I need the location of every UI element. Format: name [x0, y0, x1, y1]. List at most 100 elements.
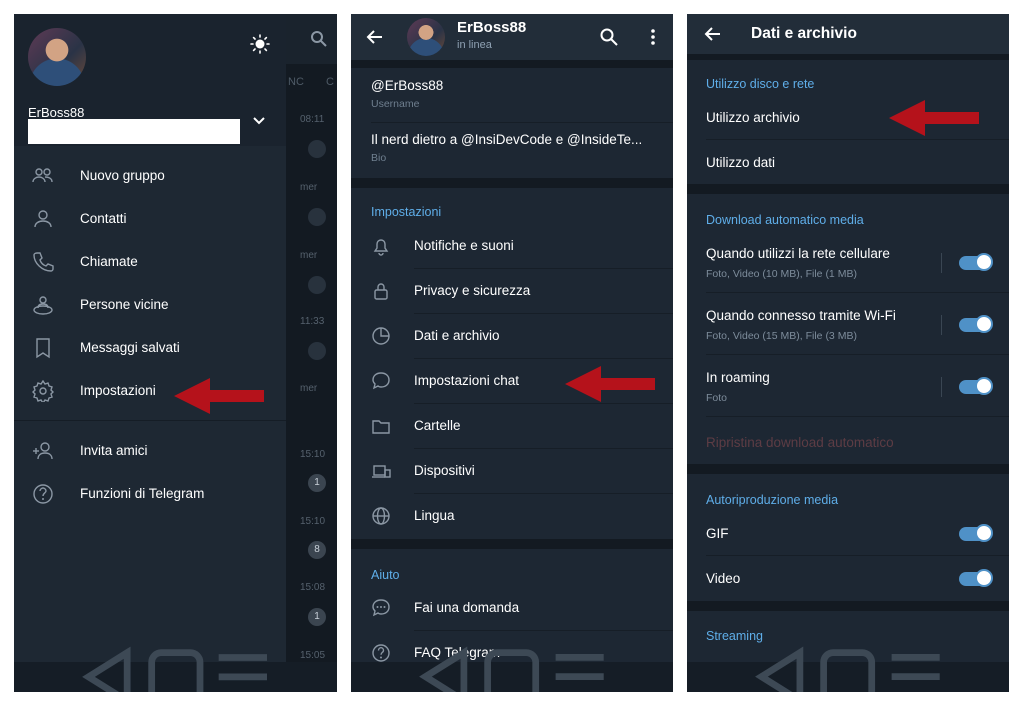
menu-item-persone-vicine[interactable]: Persone vicine [14, 283, 286, 326]
row-wifi[interactable]: Quando connesso tramite Wi-Fi Foto, Vide… [687, 293, 1009, 355]
settings-label: Lingua [414, 508, 455, 523]
toggle-switch[interactable] [959, 377, 993, 395]
question-bubble-icon [372, 599, 390, 617]
gear-icon [32, 379, 54, 402]
nav-menu-icon[interactable] [546, 643, 613, 692]
nav-back-icon[interactable] [74, 643, 142, 692]
settings-item-lingua[interactable]: Lingua [351, 494, 673, 539]
back-arrow-icon[interactable] [365, 27, 385, 47]
settings-screen: ErBoss88 in linea @ErBoss88 Username Il … [351, 14, 673, 692]
section-title-aiuto: Aiuto [371, 568, 400, 582]
search-icon[interactable] [599, 27, 619, 47]
username-row[interactable]: @ErBoss88 Username [371, 78, 661, 110]
row-label: Utilizzo archivio [706, 110, 800, 125]
row-label: GIF [706, 526, 729, 541]
settings-label: Privacy e sicurezza [414, 283, 531, 298]
settings-item-dispositivi[interactable]: Dispositivi [351, 449, 673, 494]
nav-back-icon[interactable] [747, 643, 814, 692]
toggle-switch[interactable] [959, 315, 993, 333]
row-video[interactable]: Video [687, 556, 1009, 601]
settings-item-privacy[interactable]: Privacy e sicurezza [351, 269, 673, 314]
chat-list-header [286, 14, 337, 64]
menu-item-nuovo-gruppo[interactable]: Nuovo gruppo [14, 154, 286, 197]
menu-item-chiamate[interactable]: Chiamate [14, 240, 286, 283]
chat-bubble-icon [372, 372, 390, 390]
menu-label: Contatti [80, 211, 127, 226]
settings-item-notifiche[interactable]: Notifiche e suoni [351, 224, 673, 269]
redacted-phone-number [28, 119, 240, 144]
settings-item-dati[interactable]: Dati e archivio [351, 314, 673, 359]
row-rete-cellulare[interactable]: Quando utilizzi la rete cellulare Foto, … [687, 231, 1009, 293]
group-icon [32, 167, 53, 182]
chat-time: 15:05 [300, 650, 326, 661]
chat-tab[interactable]: NC [288, 76, 304, 88]
settings-label: Notifiche e suoni [414, 238, 514, 253]
unread-badge: 8 [308, 541, 326, 559]
divider [351, 539, 673, 549]
chevron-down-icon[interactable] [252, 114, 266, 128]
vertical-divider [941, 253, 942, 273]
chat-tab[interactable]: C [326, 76, 334, 88]
row-utilizzo-dati[interactable]: Utilizzo dati [687, 140, 1009, 184]
back-arrow-icon[interactable] [703, 24, 723, 44]
profile-info: @ErBoss88 Username Il nerd dietro a @Ins… [351, 68, 673, 178]
clock-chart-icon [372, 327, 390, 345]
avatar[interactable] [28, 28, 86, 86]
section-title-disk: Utilizzo disco e rete [706, 77, 815, 91]
divider [706, 416, 1009, 417]
reset-auto-download-button[interactable]: Ripristina download automatico [706, 435, 894, 450]
menu-item-messaggi-salvati[interactable]: Messaggi salvati [14, 326, 286, 369]
help-icon [372, 644, 390, 662]
section-title-autoplay: Autoriproduzione media [706, 493, 839, 507]
navigation-drawer: ErBoss88 Nuovo gruppo Contatti Chiamate … [14, 14, 286, 662]
help-label: Fai una domanda [414, 600, 520, 615]
divider [687, 601, 1009, 611]
username-label: Username [371, 98, 420, 110]
online-status: in linea [457, 39, 492, 51]
menu-item-funzioni-telegram[interactable]: Funzioni di Telegram [14, 472, 286, 515]
bio-label: Bio [371, 152, 387, 164]
help-icon [33, 483, 53, 504]
nav-back-icon[interactable] [411, 643, 478, 692]
avatar[interactable] [407, 18, 445, 56]
toggle-switch[interactable] [959, 569, 993, 587]
nav-menu-icon[interactable] [882, 643, 949, 692]
menu-item-contatti[interactable]: Contatti [14, 197, 286, 240]
divider [371, 122, 673, 123]
divider [687, 464, 1009, 474]
menu-item-invita-amici[interactable]: Invita amici [14, 429, 286, 472]
chat-time: 08:11 [300, 114, 325, 125]
nav-home-icon[interactable] [142, 643, 210, 692]
row-gif[interactable]: GIF [687, 511, 1009, 556]
nav-home-icon[interactable] [478, 643, 545, 692]
more-vertical-icon[interactable] [643, 27, 663, 47]
nav-home-icon[interactable] [814, 643, 881, 692]
vertical-divider [941, 377, 942, 397]
android-nav-bar [687, 646, 1009, 692]
bio-row[interactable]: Il nerd dietro a @InsiDevCode e @InsideT… [371, 132, 661, 164]
chat-time: mer [300, 250, 318, 261]
devices-icon [372, 465, 391, 478]
folder-icon [372, 420, 390, 434]
bookmark-icon [36, 337, 50, 358]
toggle-switch[interactable] [959, 253, 993, 271]
pin-icon [308, 342, 326, 360]
profile-name: ErBoss88 [457, 19, 527, 36]
settings-label: Impostazioni chat [414, 373, 520, 388]
theme-toggle-icon[interactable] [250, 34, 270, 54]
android-nav-bar [351, 646, 673, 692]
settings-label: Dispositivi [414, 463, 475, 478]
help-item-domanda[interactable]: Fai una domanda [351, 586, 673, 631]
menu-label: Chiamate [80, 254, 138, 269]
phone-icon [33, 251, 54, 272]
bell-icon [373, 239, 389, 256]
chat-time: mer [300, 182, 318, 193]
settings-item-cartelle[interactable]: Cartelle [351, 404, 673, 449]
toggle-switch[interactable] [959, 524, 993, 542]
search-icon[interactable] [310, 30, 328, 48]
pin-icon [308, 140, 326, 158]
nav-menu-icon[interactable] [209, 643, 277, 692]
row-label: Quando utilizzi la rete cellulare [706, 246, 890, 261]
data-storage-screen: Dati e archivio Utilizzo disco e rete Ut… [687, 14, 1009, 692]
row-roaming[interactable]: In roaming Foto [687, 355, 1009, 417]
